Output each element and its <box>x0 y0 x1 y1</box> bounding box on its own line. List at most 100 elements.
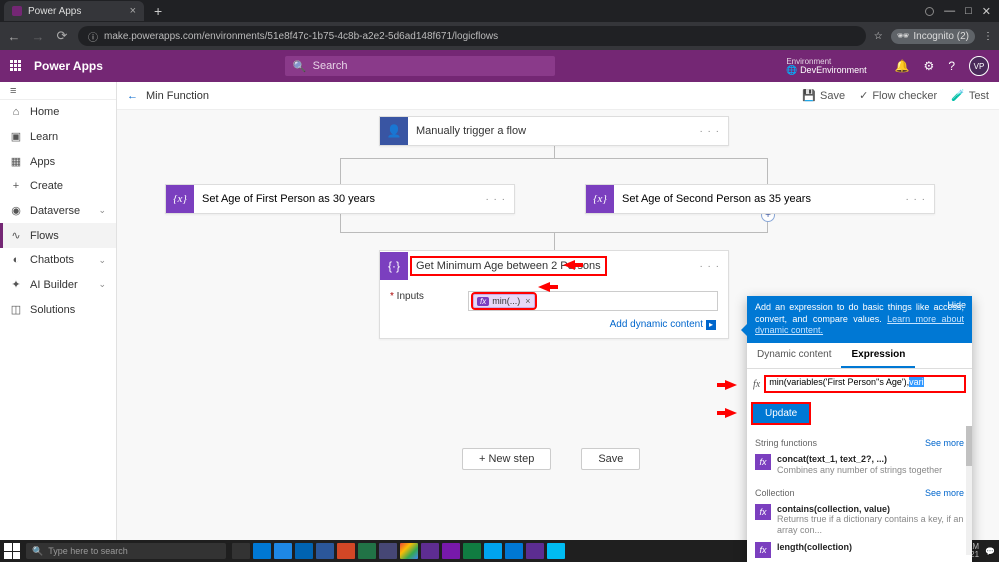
nav-apps[interactable]: ▦Apps <box>0 149 116 174</box>
nav-flows[interactable]: ∿Flows <box>0 223 116 248</box>
nav-chatbots[interactable]: ◐Chatbots⌄ <box>0 248 116 272</box>
incognito-badge[interactable]: 🕶 Incognito (2) <box>891 29 975 44</box>
flow-canvas: ← Min Function 💾 Save ✓ Flow checker 🧪 T… <box>117 82 999 562</box>
address-bar[interactable]: ⓘ make.powerapps.com/environments/51e8f4… <box>78 26 866 46</box>
expression-popup: Add an expression to do basic things lik… <box>747 296 972 562</box>
trigger-card[interactable]: 👤 Manually trigger a flow · · · <box>379 116 729 146</box>
command-bar: ← Min Function 💾 Save ✓ Flow checker 🧪 T… <box>117 82 999 110</box>
expression-input[interactable]: min(variables('First Person''s Age'),var… <box>764 375 966 393</box>
inputs-field[interactable]: fx min(...) × <box>468 291 718 311</box>
function-item-length[interactable]: fx length(collection) <box>755 539 964 561</box>
page-title: Min Function <box>146 90 209 102</box>
function-item-contains[interactable]: fx contains(collection, value)Returns tr… <box>755 501 964 539</box>
taskbar-search[interactable]: 🔍Type here to search <box>26 543 226 559</box>
incognito-icon: 🕶 <box>897 31 910 42</box>
tab-expression[interactable]: Expression <box>841 343 915 368</box>
avatar[interactable]: VP <box>969 56 989 76</box>
window-minimize-icon[interactable]: — <box>944 5 955 17</box>
browser-menu-icon[interactable]: ⋮ <box>983 31 993 42</box>
new-tab-button[interactable]: + <box>154 3 162 19</box>
browser-tab[interactable]: Power Apps × <box>4 1 144 21</box>
card-menu-icon[interactable]: · · · <box>897 194 934 205</box>
excel-icon[interactable] <box>358 543 376 559</box>
annotation-arrow <box>725 380 737 390</box>
nav-solutions[interactable]: ◫Solutions <box>0 297 116 322</box>
new-step-button[interactable]: + New step <box>462 448 551 470</box>
flow-checker-button[interactable]: ✓ Flow checker <box>859 89 937 102</box>
see-more-link[interactable]: See more <box>925 438 964 448</box>
environment-picker[interactable]: Environment 🌐 DevEnvironment <box>786 58 866 75</box>
fx-icon: fx <box>477 297 489 306</box>
nav-dataverse[interactable]: ◉Dataverse⌄ <box>0 198 116 223</box>
variable-card-2[interactable]: {x} Set Age of Second Person as 35 years… <box>585 184 935 214</box>
tray-notifications-icon[interactable]: 💬 <box>985 547 995 556</box>
nav-reload-icon[interactable]: ⟳ <box>54 28 70 44</box>
onenote-icon[interactable] <box>442 543 460 559</box>
env-value: 🌐 DevEnvironment <box>786 66 866 75</box>
visual-studio-icon[interactable] <box>526 543 544 559</box>
nav-ai-builder[interactable]: ✦AI Builder⌄ <box>0 272 116 297</box>
compose-icon: {·} <box>380 252 408 280</box>
skype-icon[interactable] <box>547 543 565 559</box>
collection-header: Collection <box>755 488 795 498</box>
back-icon[interactable]: ← <box>127 90 138 102</box>
task-view-icon[interactable] <box>232 543 250 559</box>
variable-card-1[interactable]: {x} Set Age of First Person as 30 years … <box>165 184 515 214</box>
popup-scrollbar[interactable] <box>966 426 972 555</box>
window-close-icon[interactable]: ✕ <box>982 5 991 18</box>
save-flow-button[interactable]: Save <box>581 448 640 470</box>
card-menu-icon[interactable]: · · · <box>691 261 728 272</box>
nav-back-icon[interactable]: ← <box>6 29 22 44</box>
see-more-link[interactable]: See more <box>925 488 964 498</box>
excel-file-icon[interactable] <box>463 543 481 559</box>
help-icon[interactable]: ? <box>948 59 955 73</box>
mail-icon[interactable] <box>253 543 271 559</box>
nav-collapse-icon[interactable]: ≡ <box>0 82 116 100</box>
tab-close-icon[interactable]: × <box>130 5 136 17</box>
tab-dynamic-content[interactable]: Dynamic content <box>747 343 841 368</box>
save-button[interactable]: 💾 Save <box>802 89 845 102</box>
explorer-icon[interactable] <box>295 543 313 559</box>
fx-icon: fx <box>753 379 760 390</box>
nav-learn[interactable]: ▣Learn <box>0 124 116 149</box>
card-menu-icon[interactable]: · · · <box>477 194 514 205</box>
taskbar-apps <box>232 543 565 559</box>
hide-button[interactable]: Hide <box>947 300 966 312</box>
notifications-icon[interactable]: 🔔 <box>895 59 910 73</box>
edge-icon[interactable] <box>274 543 292 559</box>
chatbots-icon: ◐ <box>10 254 22 266</box>
powerpoint-icon[interactable] <box>337 543 355 559</box>
solutions-icon: ◫ <box>10 303 22 316</box>
apps-icon: ▦ <box>10 155 22 168</box>
header-search[interactable]: 🔍 Search <box>285 56 555 76</box>
teams-chat-icon[interactable] <box>421 543 439 559</box>
site-info-icon[interactable]: ⓘ <box>88 29 98 44</box>
teams-icon[interactable] <box>379 543 397 559</box>
annotation-arrow <box>563 260 575 270</box>
test-button[interactable]: 🧪 Test <box>951 89 989 102</box>
start-button[interactable] <box>4 543 20 559</box>
bookmark-icon[interactable]: ☆ <box>874 31 883 42</box>
word-icon[interactable] <box>316 543 334 559</box>
windows-icon[interactable] <box>484 543 502 559</box>
update-button[interactable]: Update <box>753 404 809 423</box>
compose-action-card[interactable]: {·} Get Minimum Age between 2 Persons · … <box>379 250 729 339</box>
edge-alt-icon[interactable] <box>505 543 523 559</box>
expression-pill[interactable]: fx min(...) × <box>473 294 535 308</box>
nav-create[interactable]: +Create <box>0 174 116 198</box>
add-dynamic-content-link[interactable]: Add dynamic content▸ <box>380 317 728 338</box>
url-text: make.powerapps.com/environments/51e8f47c… <box>104 31 498 42</box>
pill-remove-icon[interactable]: × <box>525 296 530 306</box>
variable-title-2: Set Age of Second Person as 35 years <box>614 193 897 205</box>
settings-gear-icon[interactable]: ⚙ <box>924 59 935 73</box>
trigger-icon: 👤 <box>380 117 408 145</box>
ai-icon: ✦ <box>10 278 22 291</box>
nav-home[interactable]: ⌂Home <box>0 100 116 124</box>
browser-toolbar: ← → ⟳ ⓘ make.powerapps.com/environments/… <box>0 22 999 50</box>
env-label: Environment <box>786 58 866 66</box>
app-launcher-icon[interactable] <box>10 60 22 72</box>
window-maximize-icon[interactable]: □ <box>965 5 972 17</box>
function-item-concat[interactable]: fx concat(text_1, text_2?, ...)Combines … <box>755 451 964 479</box>
card-menu-icon[interactable]: · · · <box>691 126 728 137</box>
chrome-icon[interactable] <box>400 543 418 559</box>
